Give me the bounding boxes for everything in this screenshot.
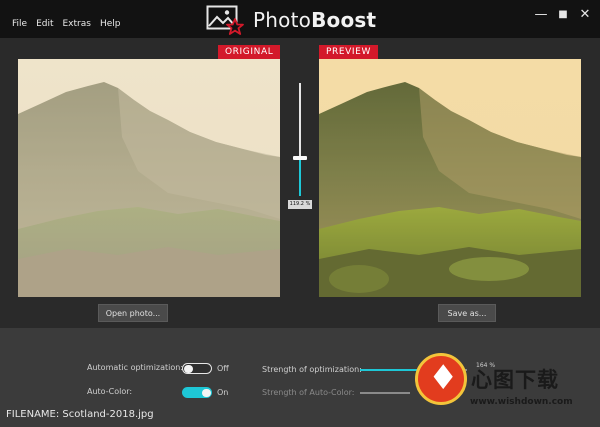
compare-area: ORIGINAL PREVIEW 119.2 % Open photo... S… xyxy=(0,38,600,328)
watermark-logo-icon: ♦ xyxy=(415,353,467,405)
original-label: ORIGINAL xyxy=(218,45,281,59)
original-image xyxy=(18,59,280,297)
photoboost-logo-icon xyxy=(206,5,244,35)
auto-color-label: Auto-Color: xyxy=(87,387,133,396)
menu-help[interactable]: Help xyxy=(100,19,121,29)
minimize-button[interactable]: — xyxy=(534,8,548,22)
auto-color-state: On xyxy=(217,388,229,397)
menu-file[interactable]: File xyxy=(12,19,27,29)
compare-slider-handle[interactable] xyxy=(293,156,307,160)
strength-autocolor-track[interactable] xyxy=(360,392,410,394)
preview-label: PREVIEW xyxy=(319,45,378,59)
toggle-knob xyxy=(202,388,211,397)
compare-slider-fill xyxy=(299,158,301,196)
watermark-url: www.wishdown.com xyxy=(470,397,573,407)
strength-optimization-label: Strength of optimization: xyxy=(262,365,362,374)
menu-extras[interactable]: Extras xyxy=(63,19,91,29)
compare-slider-value: 119.2 % xyxy=(288,200,312,209)
filename-status: FILENAME: Scotland-2018.jpg xyxy=(6,409,154,420)
open-photo-button[interactable]: Open photo... xyxy=(98,304,168,322)
menu-bar: File Edit Extras Help xyxy=(12,19,120,29)
toggle-knob xyxy=(184,364,193,373)
auto-color-toggle[interactable] xyxy=(182,387,212,398)
title-bar: File Edit Extras Help PhotoBoost — ■ ✕ xyxy=(0,0,600,38)
preview-image xyxy=(319,59,581,297)
auto-optimization-toggle[interactable] xyxy=(182,363,212,374)
save-as-button[interactable]: Save as... xyxy=(438,304,496,322)
strength-autocolor-label: Strength of Auto-Color: xyxy=(262,388,355,397)
maximize-button[interactable]: ■ xyxy=(556,8,570,22)
auto-optimization-label: Automatic optimization: xyxy=(87,363,184,372)
auto-optimization-state: Off xyxy=(217,364,229,373)
app-title: PhotoBoost xyxy=(253,8,377,32)
close-button[interactable]: ✕ xyxy=(578,8,592,22)
menu-edit[interactable]: Edit xyxy=(36,19,53,29)
watermark-text: 心图下载 xyxy=(471,368,559,392)
